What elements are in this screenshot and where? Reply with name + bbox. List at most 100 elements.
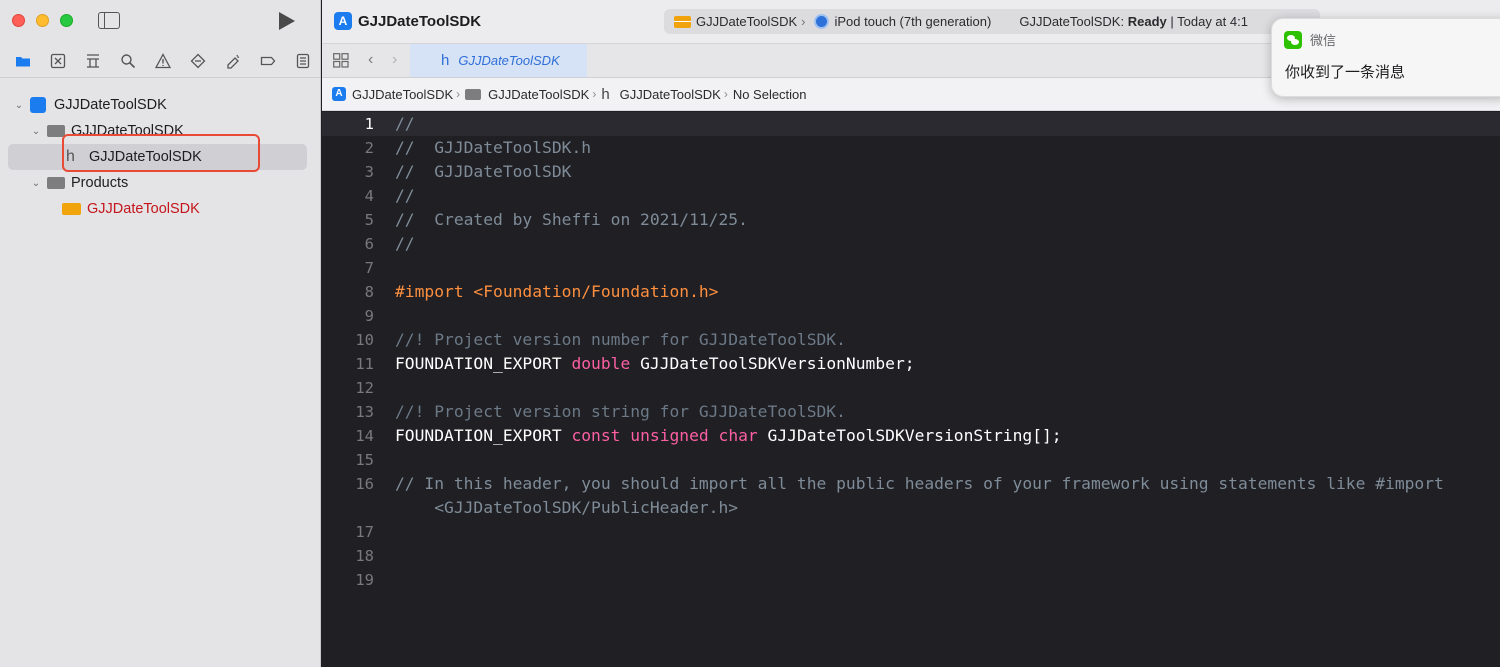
code-token: #import <Foundation/Foundation.h> — [395, 282, 719, 301]
line-number: 19 — [355, 571, 374, 589]
code-token: FOUNDATION_EXPORT — [395, 426, 572, 445]
notification-banner[interactable]: 微信 你收到了一条消息 — [1271, 18, 1500, 97]
line-text: FOUNDATION_EXPORT const unsigned char GJ… — [395, 424, 1062, 448]
notification-app-name: 微信 — [1310, 33, 1337, 48]
tab-header-file[interactable]: h GJJDateToolSDK — [410, 44, 587, 77]
code-line[interactable]: 6 // — [322, 232, 1500, 256]
activity-viewer: GJJDateToolSDK › iPod touch (7th generat… — [664, 9, 1320, 34]
line-number: 13 — [355, 403, 374, 421]
status-target: GJJDateToolSDK: — [1019, 14, 1125, 29]
window-title: GJJDateToolSDK — [358, 13, 482, 30]
source-editor[interactable]: 1 // 2 // GJJDateToolSDK.h 3 // GJJDateToolSD… — [322, 111, 1500, 667]
breadcrumb-label: GJJDateToolSDK — [352, 86, 454, 102]
code-line[interactable]: <GJJDateToolSDK/PublicHeader.h> — [322, 496, 1500, 520]
line-text: // — [395, 112, 415, 136]
code-line[interactable]: 12 — [322, 376, 1500, 400]
header-file-icon: h — [601, 85, 610, 103]
header-file-icon: h — [66, 148, 75, 165]
tree-item-project[interactable]: ⌄ GJJDateToolSDK — [0, 92, 320, 118]
line-text: //! Project version string for GJJDateTo… — [395, 400, 846, 424]
line-text: // — [395, 232, 415, 256]
code-line[interactable]: 11 FOUNDATION_EXPORT double GJJDateToolSD… — [322, 352, 1500, 376]
code-line[interactable]: 15 — [322, 448, 1500, 472]
test-navigator-icon[interactable] — [180, 49, 215, 73]
tree-item-label: Products — [71, 175, 129, 191]
line-number: 5 — [364, 211, 374, 229]
scheme-target: GJJDateToolSDK — [696, 14, 798, 29]
report-navigator-icon[interactable] — [285, 49, 320, 73]
code-token: // In this header, you should import all… — [395, 474, 1444, 493]
wechat-icon — [1284, 30, 1302, 49]
chevron-down-icon[interactable]: ⌄ — [29, 178, 43, 189]
breadcrumb-group[interactable]: GJJDateToolSDK — [465, 87, 589, 102]
close-window-button[interactable] — [12, 14, 25, 27]
code-line[interactable]: 13 //! Project version string for GJJDate… — [322, 400, 1500, 424]
code-line[interactable]: 4 // — [322, 184, 1500, 208]
breadcrumb-label: GJJDateToolSDK — [619, 86, 721, 102]
chevron-down-icon[interactable]: ⌄ — [29, 126, 43, 137]
project-navigator-icon[interactable] — [6, 49, 41, 73]
code-line[interactable]: 2 // GJJDateToolSDK.h — [322, 136, 1500, 160]
breadcrumb-selection[interactable]: No Selection — [733, 87, 807, 102]
tree-item-product[interactable]: GJJDateToolSDK — [0, 196, 320, 222]
tree-item-header-file[interactable]: h GJJDateToolSDK — [8, 144, 307, 170]
minimize-window-button[interactable] — [36, 14, 49, 27]
source-control-icon[interactable] — [41, 49, 76, 73]
code-line[interactable]: 5 // Created by Sheffi on 2021/11/25. — [322, 208, 1500, 232]
code-line[interactable]: 9 — [322, 304, 1500, 328]
code-token: // — [395, 114, 415, 133]
code-line[interactable]: 1 // — [322, 112, 1500, 136]
sidebar-toolbar — [0, 0, 320, 44]
breakpoint-navigator-icon[interactable] — [250, 49, 285, 73]
code-token: unsigned — [630, 426, 709, 445]
device-selector[interactable]: iPod touch (7th generation) — [808, 14, 991, 29]
code-token: FOUNDATION_EXPORT — [395, 354, 572, 373]
debug-navigator-icon[interactable] — [215, 49, 250, 73]
tree-item-group[interactable]: ⌄ GJJDateToolSDK — [0, 118, 320, 144]
forward-arrow-icon[interactable]: › — [392, 51, 397, 69]
back-arrow-icon[interactable]: ‹ — [368, 51, 373, 69]
folder-icon — [47, 125, 65, 137]
toolbox-icon — [674, 15, 691, 28]
code-line[interactable]: 8 #import <Foundation/Foundation.h> — [322, 280, 1500, 304]
code-token: GJJDateToolSDKVersionNumber; — [630, 354, 915, 373]
breadcrumb-project[interactable]: A GJJDateToolSDK — [332, 87, 453, 102]
code-token: // GJJDateToolSDK.h — [395, 138, 592, 157]
related-items-grid-icon[interactable] — [333, 53, 349, 68]
symbol-navigator-icon[interactable] — [76, 49, 111, 73]
breadcrumb-file[interactable]: h GJJDateToolSDK — [601, 86, 721, 103]
code-line[interactable]: 7 — [322, 256, 1500, 280]
tab-label: GJJDateToolSDK — [458, 53, 560, 68]
tree-item-label: GJJDateToolSDK — [89, 149, 202, 165]
line-text: // In this header, you should import all… — [395, 472, 1444, 496]
run-button[interactable] — [279, 12, 295, 30]
code-line[interactable]: 19 — [322, 568, 1500, 592]
code-line[interactable]: 14 FOUNDATION_EXPORT const unsigned char … — [322, 424, 1500, 448]
scheme-selector[interactable]: GJJDateToolSDK › — [664, 14, 808, 29]
status-time: | Today at 4:1 — [1170, 14, 1248, 29]
code-line[interactable]: 10 //! Project version number for GJJDate… — [322, 328, 1500, 352]
code-token: // Created by Sheffi on 2021/11/25. — [395, 210, 748, 229]
code-token: // — [395, 234, 415, 253]
breadcrumb-label: GJJDateToolSDK — [488, 86, 590, 102]
code-token: const — [571, 426, 621, 445]
code-token: char — [718, 426, 758, 445]
code-line[interactable]: 3 // GJJDateToolSDK — [322, 160, 1500, 184]
line-number: 17 — [355, 523, 374, 541]
line-number: 1 — [364, 115, 374, 133]
line-number: 2 — [364, 139, 374, 157]
chevron-down-icon[interactable]: ⌄ — [12, 100, 26, 111]
line-number: 7 — [364, 259, 374, 277]
issue-navigator-icon[interactable] — [146, 49, 181, 73]
code-line[interactable]: 17 — [322, 520, 1500, 544]
find-navigator-icon[interactable] — [111, 49, 146, 73]
tree-item-products[interactable]: ⌄ Products — [0, 170, 320, 196]
zoom-window-button[interactable] — [60, 14, 73, 27]
line-number: 16 — [355, 475, 374, 493]
sidebar-toggle-icon[interactable] — [98, 12, 120, 29]
code-line[interactable]: 18 — [322, 544, 1500, 568]
line-number: 11 — [355, 355, 374, 373]
code-line[interactable]: 16 // In this header, you should import a… — [322, 472, 1500, 496]
